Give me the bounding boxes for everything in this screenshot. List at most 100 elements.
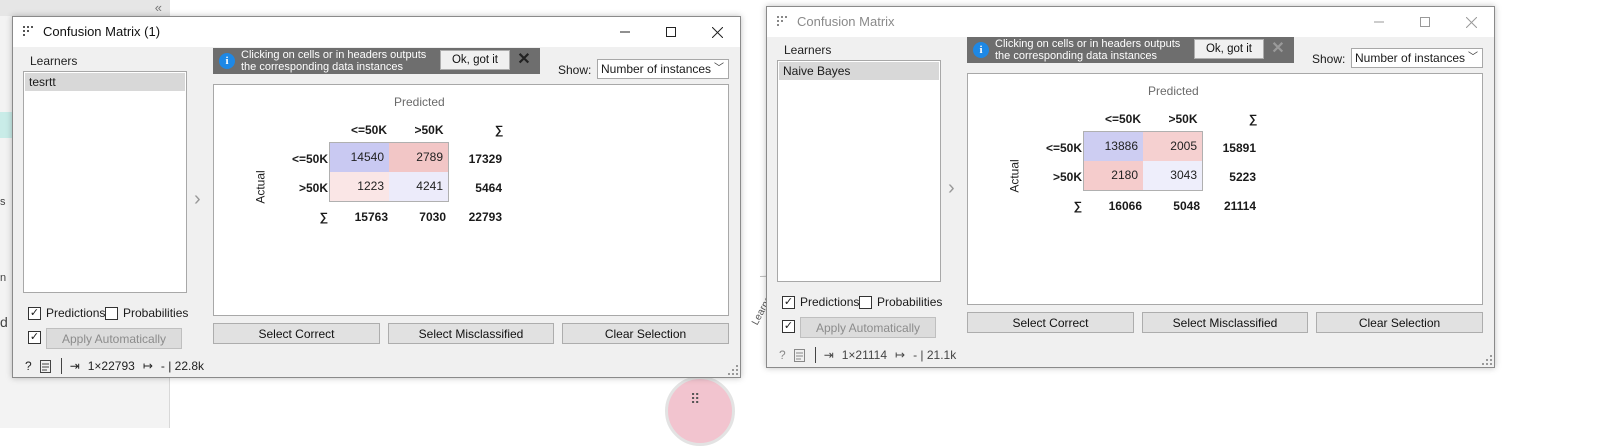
show-select[interactable]: Number of instances ﹀ — [597, 59, 729, 79]
ok-got-it-button[interactable]: Ok, got it — [1194, 39, 1264, 59]
matrix-cell[interactable]: 13886 — [1084, 132, 1143, 161]
collapse-panel-icon[interactable]: › — [194, 188, 201, 211]
maximize-button[interactable] — [1402, 7, 1448, 37]
show-select[interactable]: Number of instances ﹀ — [1351, 48, 1483, 68]
sidebar-text-fragment: n — [0, 272, 7, 284]
learners-label: Learners — [30, 54, 78, 68]
maximize-button[interactable] — [648, 17, 694, 47]
select-correct-button[interactable]: Select Correct — [967, 312, 1134, 333]
help-icon[interactable]: ? — [779, 348, 786, 362]
banner-text: Clicking on cells or in headers outputs … — [995, 38, 1181, 62]
apply-auto-checkbox[interactable]: ✓ — [782, 320, 795, 333]
row-sum: 5464 — [475, 181, 502, 195]
dismiss-banner-icon[interactable]: ✕ — [1269, 40, 1287, 58]
probabilities-option[interactable]: Probabilities — [859, 295, 942, 309]
row-sum: 17329 — [468, 152, 502, 166]
matrix-cell[interactable]: 2005 — [1143, 132, 1202, 161]
select-misclassified-button[interactable]: Select Misclassified — [1142, 312, 1308, 333]
minimize-icon — [620, 31, 630, 33]
widget-icon — [777, 16, 787, 26]
maximize-icon — [1420, 17, 1430, 27]
probabilities-checkbox[interactable] — [105, 306, 118, 320]
col-header-le50k[interactable]: <=50K — [339, 123, 399, 137]
sidebar-text-fragment: s — [0, 196, 6, 208]
show-select-value: Number of instances — [601, 62, 712, 76]
clear-selection-button[interactable]: Clear Selection — [562, 323, 729, 344]
close-icon — [1465, 16, 1477, 28]
close-button[interactable] — [694, 17, 740, 47]
title-bar[interactable]: Confusion Matrix (1) — [13, 17, 740, 47]
col-header-sum: ∑ — [1248, 112, 1258, 126]
matrix-cell[interactable]: 14540 — [330, 143, 389, 172]
apply-auto-option[interactable]: ✓ — [28, 331, 46, 344]
predictions-label: Predictions — [46, 306, 106, 320]
col-sum: 16066 — [1108, 199, 1142, 213]
matrix-cell[interactable]: 2789 — [389, 143, 448, 172]
title-bar[interactable]: Confusion Matrix — [767, 7, 1494, 37]
row-header-le50k[interactable]: <=50K — [1028, 141, 1082, 155]
probabilities-checkbox[interactable] — [859, 295, 872, 309]
status-separator — [60, 358, 62, 374]
confusion-matrix-window-2: Confusion Matrix Learners Naive Bayes ✓ … — [766, 6, 1495, 368]
col-sum: 7030 — [419, 210, 446, 224]
collapse-panel-icon[interactable]: › — [948, 177, 955, 200]
learner-item[interactable]: Naive Bayes — [779, 62, 939, 80]
help-icon[interactable]: ? — [25, 359, 32, 373]
input-icon: ⇥ — [823, 348, 834, 362]
show-label: Show: — [558, 63, 592, 77]
resize-grip-icon[interactable] — [1482, 355, 1492, 365]
chevron-down-icon: ﹀ — [1468, 52, 1478, 63]
window-title: Confusion Matrix (1) — [43, 24, 161, 39]
status-separator — [814, 347, 816, 363]
minimize-button[interactable] — [602, 17, 648, 47]
probabilities-option[interactable]: Probabilities — [105, 306, 188, 320]
predictions-checkbox[interactable]: ✓ — [782, 295, 795, 309]
apply-auto-checkbox[interactable]: ✓ — [28, 331, 41, 344]
workflow-node[interactable]: ⠿ — [665, 376, 735, 446]
report-icon[interactable] — [793, 348, 805, 362]
matrix-cell[interactable]: 2180 — [1084, 161, 1143, 190]
col-header-gt50k[interactable]: >50K — [1153, 112, 1213, 126]
sidebar-selected-item — [0, 112, 12, 138]
learners-list[interactable]: Naive Bayes — [777, 60, 941, 282]
minimize-button[interactable] — [1356, 7, 1402, 37]
select-correct-button[interactable]: Select Correct — [213, 323, 380, 344]
matrix-cell[interactable]: 1223 — [330, 172, 389, 201]
collapse-sidebar-icon[interactable]: « — [155, 0, 162, 15]
predictions-option[interactable]: ✓ Predictions — [28, 306, 105, 320]
report-icon[interactable] — [39, 359, 51, 373]
learner-item[interactable]: tesrtt — [25, 73, 185, 91]
input-summary: 1×21114 — [841, 348, 888, 362]
row-header-le50k[interactable]: <=50K — [274, 152, 328, 166]
predictions-checkbox[interactable]: ✓ — [28, 306, 41, 320]
row-header-gt50k[interactable]: >50K — [274, 181, 328, 195]
maximize-icon — [666, 27, 676, 37]
col-header-gt50k[interactable]: >50K — [399, 123, 459, 137]
status-bar: ? ⇥ 1×21114 ↦ - | 21.1k — [779, 343, 1494, 367]
col-header-sum: ∑ — [494, 123, 504, 137]
learners-list[interactable]: tesrtt — [23, 71, 187, 293]
matrix-cell[interactable]: 3043 — [1143, 161, 1202, 190]
clear-selection-button[interactable]: Clear Selection — [1316, 312, 1483, 333]
resize-grip-icon[interactable] — [728, 365, 738, 375]
apply-automatically-button[interactable]: Apply Automatically — [800, 317, 936, 338]
close-button[interactable] — [1448, 7, 1494, 37]
apply-auto-option[interactable]: ✓ — [782, 320, 800, 333]
node-icon: ⠿ — [690, 391, 702, 407]
output-summary: - | 22.8k — [160, 359, 205, 373]
row-header-gt50k[interactable]: >50K — [1028, 170, 1082, 184]
col-sum: 15763 — [354, 210, 388, 224]
apply-automatically-button[interactable]: Apply Automatically — [46, 328, 182, 349]
output-icon: ↦ — [895, 348, 906, 362]
actual-label: Actual — [1007, 159, 1022, 193]
row-sum: 15891 — [1222, 141, 1256, 155]
dismiss-banner-icon[interactable]: ✕ — [515, 51, 533, 69]
predictions-option[interactable]: ✓ Predictions — [782, 295, 859, 309]
info-icon: i — [973, 42, 989, 58]
actual-label: Actual — [253, 170, 268, 204]
row-sum: 5223 — [1229, 170, 1256, 184]
select-misclassified-button[interactable]: Select Misclassified — [388, 323, 554, 344]
col-header-le50k[interactable]: <=50K — [1093, 112, 1153, 126]
matrix-cell[interactable]: 4241 — [389, 172, 448, 201]
ok-got-it-button[interactable]: Ok, got it — [440, 50, 510, 70]
